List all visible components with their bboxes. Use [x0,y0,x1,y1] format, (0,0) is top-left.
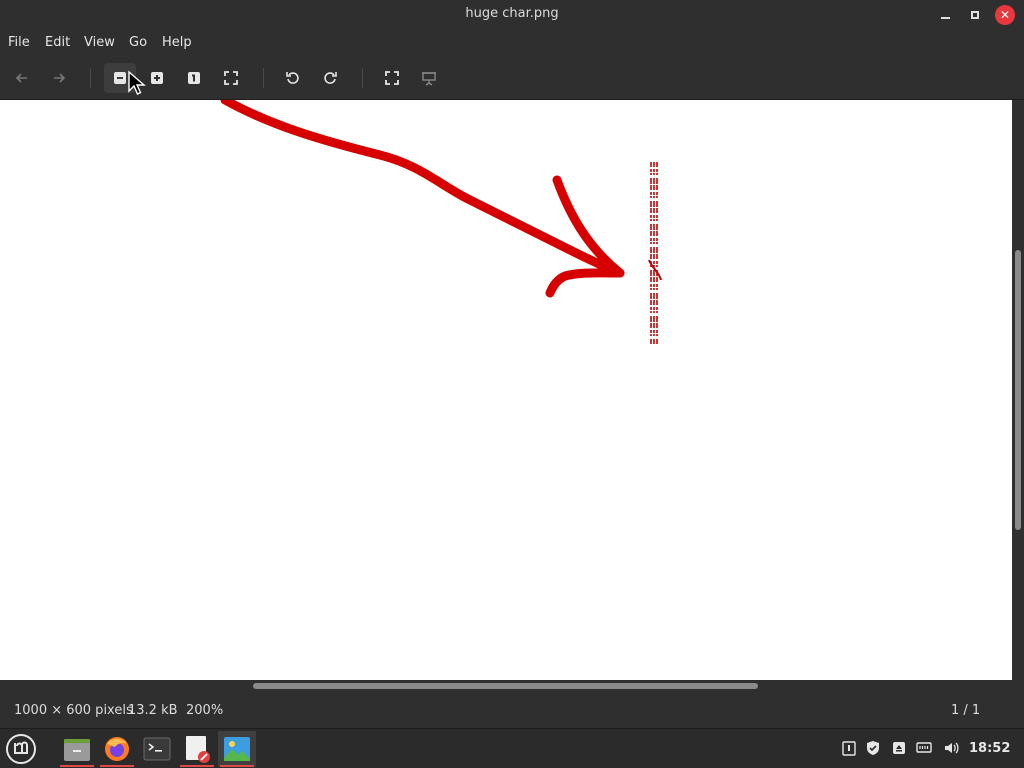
file-size: 13.2 kB [128,703,178,718]
rotate-left-button[interactable] [277,63,309,93]
firefox-icon [105,737,129,761]
toolbar-separator [263,68,264,88]
taskbar-text-editor[interactable] [178,731,216,767]
menu-go[interactable]: Go [129,35,147,50]
toolbar-separator [90,68,91,88]
image-dimensions: 1000 × 600 pixels [14,703,133,718]
tray-clipboard[interactable] [840,739,858,757]
tray-volume[interactable] [942,739,960,757]
menu-bar: File Edit View Go Help [0,30,1024,56]
mint-menu-button[interactable] [2,731,40,767]
volume-icon [945,742,959,754]
maximize-button[interactable] [965,5,985,25]
vertical-scroll-thumb[interactable] [1015,250,1021,530]
tiny-rotated-text-mark [648,160,662,346]
shield-icon [867,741,879,755]
horizontal-scroll-thumb[interactable] [253,683,758,689]
taskbar-file-manager[interactable] [58,731,96,767]
zoom-level: 200% [186,703,224,718]
fullscreen-button[interactable] [376,63,408,93]
menu-edit[interactable]: Edit [45,35,70,50]
rotate-right-icon [324,72,337,84]
rotate-right-button[interactable] [314,63,346,93]
title-bar[interactable]: huge char.png ✕ [0,0,1024,30]
forward-arrow-icon [54,73,66,83]
slideshow-button[interactable] [413,63,445,93]
network-icon [916,742,932,753]
menu-help[interactable]: Help [162,35,192,50]
toolbar-separator [362,68,363,88]
menu-view[interactable]: View [84,35,115,50]
clock[interactable]: 18:52 [969,741,1010,756]
taskbar: 18:52 [0,728,1024,768]
status-bar: 1000 × 600 pixels 13.2 kB 200% 1 / 1 [0,692,1024,728]
text-editor-icon [186,736,210,763]
slideshow-icon [422,72,436,86]
horizontal-scrollbar[interactable] [0,680,1012,692]
maximize-icon [971,11,979,19]
close-button[interactable]: ✕ [995,5,1015,25]
rotate-left-icon [286,72,299,84]
terminal-icon [143,737,171,761]
window-title: huge char.png [465,6,559,21]
image-viewer-icon [224,737,250,761]
normal-size-icon [188,72,200,84]
tray-removable-drives[interactable] [890,739,908,757]
mouse-pointer-icon [128,70,146,95]
clipboard-icon [842,741,856,756]
forward-button[interactable] [43,63,75,93]
minimize-button[interactable] [935,5,955,25]
zoom-out-icon [114,72,126,84]
image-position: 1 / 1 [951,703,981,718]
best-fit-button[interactable] [215,63,247,93]
tray-network[interactable] [915,739,933,757]
image-canvas[interactable] [0,100,1012,680]
tray-update-manager[interactable] [864,739,882,757]
eject-icon [893,742,905,754]
close-icon: ✕ [999,8,1011,22]
fullscreen-icon [385,71,399,85]
back-button[interactable] [6,63,38,93]
taskbar-firefox[interactable] [98,731,136,767]
taskbar-image-viewer[interactable] [218,731,256,767]
arrow-head [545,175,625,298]
vertical-scrollbar[interactable] [1012,100,1024,680]
toolbar [0,56,1024,100]
file-manager-icon [64,739,90,761]
image-viewer-window: huge char.png ✕ File Edit View Go Help 1… [0,0,1024,728]
normal-size-button[interactable] [178,63,210,93]
best-fit-icon [224,71,238,85]
mint-menu-icon [6,734,36,764]
menu-file[interactable]: File [8,35,30,50]
zoom-in-icon [151,72,163,84]
taskbar-terminal[interactable] [138,731,176,767]
minimize-icon [940,17,950,19]
displayed-image [220,100,662,346]
back-arrow-icon [15,73,27,83]
